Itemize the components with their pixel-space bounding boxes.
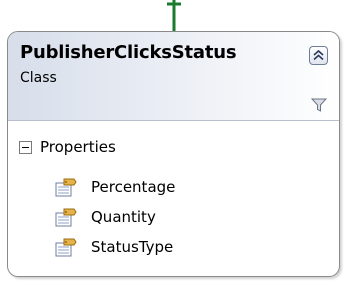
section-label-properties: Properties	[40, 138, 116, 156]
double-chevron-up-icon[interactable]	[309, 46, 328, 65]
class-diagram-canvas: PublisherClicksStatus Class Properties P…	[0, 0, 347, 282]
property-label: StatusType	[91, 238, 174, 256]
property-icon	[55, 178, 77, 197]
inheritance-connector[interactable]	[164, 0, 184, 32]
property-item-percentage[interactable]: Percentage	[55, 172, 175, 202]
property-label: Percentage	[91, 178, 176, 196]
properties-list: Percentage Quantity StatusType	[55, 172, 175, 262]
property-icon	[55, 208, 77, 227]
properties-section-header[interactable]: Properties	[19, 137, 116, 157]
funnel-icon[interactable]	[311, 98, 327, 112]
property-item-statustype[interactable]: StatusType	[55, 232, 175, 262]
class-kind: Class	[20, 70, 57, 86]
property-icon	[55, 238, 77, 257]
class-name[interactable]: PublisherClicksStatus	[20, 42, 237, 63]
minus-box-icon[interactable]	[19, 140, 32, 154]
property-label: Quantity	[91, 208, 156, 226]
property-item-quantity[interactable]: Quantity	[55, 202, 175, 232]
class-header[interactable]: PublisherClicksStatus Class	[8, 32, 339, 121]
class-shape[interactable]: PublisherClicksStatus Class Properties P…	[7, 31, 340, 277]
